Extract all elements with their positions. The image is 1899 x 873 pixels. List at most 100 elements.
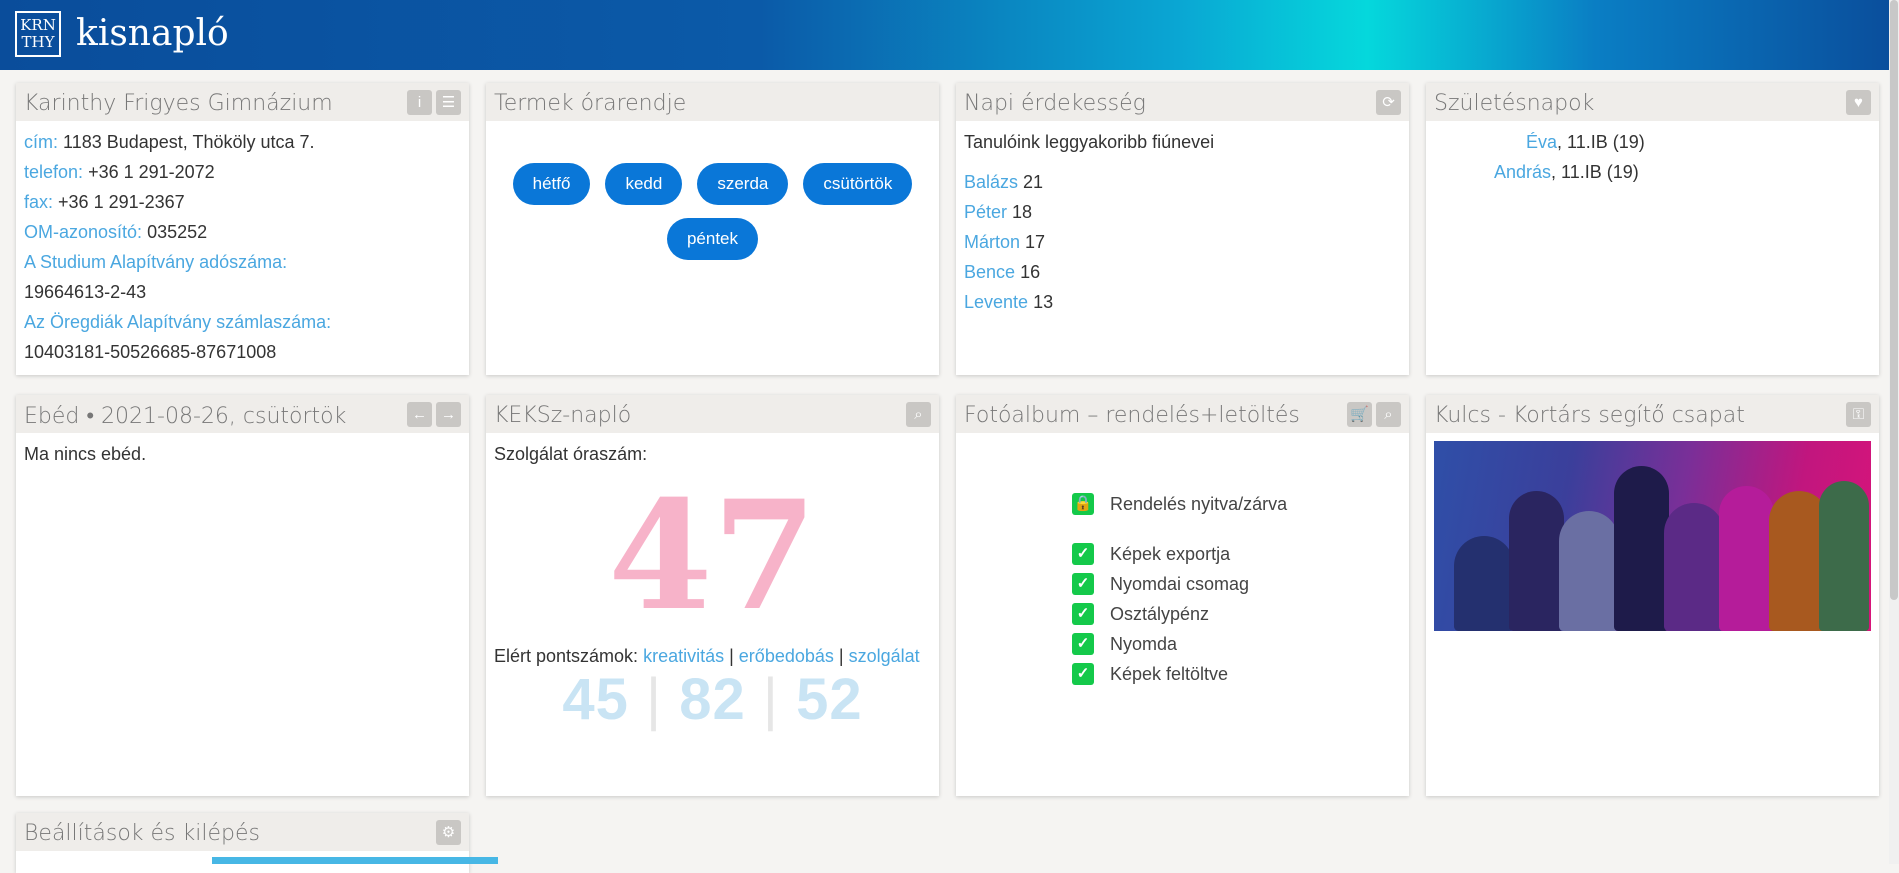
info-label: OM-azonosító: [24, 222, 143, 242]
oregdiak-label: Az Öregdiák Alapítvány számlaszáma: [24, 312, 332, 332]
gear-icon[interactable]: ⚙ [436, 820, 461, 845]
arrow-right-icon[interactable]: → [436, 402, 461, 427]
check-icon: ✓ [1072, 663, 1094, 685]
info-label: fax: [24, 192, 54, 212]
daily-fact-card: Napi érdekesség ⟳ Tanulóink leggyakoribb… [956, 83, 1409, 375]
card-title: Beállítások és kilépés [24, 821, 260, 846]
menu-icon[interactable]: ☰ [436, 90, 461, 115]
score-separator: | [646, 667, 663, 732]
order-status-row: 🔒 Rendelés nyitva/zárva [1072, 489, 1409, 519]
category-creativity-link[interactable]: kreativitás [643, 646, 724, 666]
score-effort: 82 [679, 667, 746, 732]
key-icon[interactable]: ⚿ [1846, 402, 1871, 427]
name-label: Balázs [964, 172, 1019, 192]
card-title: Termek órarendje [494, 91, 687, 116]
name-label: Levente [964, 292, 1029, 312]
cart-icon[interactable]: 🛒 [1347, 402, 1372, 427]
photo-figure [1509, 491, 1564, 631]
card-title: KEKSz-napló [494, 403, 632, 428]
info-row-phone: telefon: +36 1 291-2072 [24, 157, 461, 187]
card-header: Napi érdekesség ⟳ [956, 83, 1409, 121]
info-row-address: cím: 1183 Budapest, Thököly utca 7. [24, 127, 461, 157]
scores-row: 45 | 82 | 52 [494, 671, 931, 729]
card-title: Karinthy Frigyes Gimnázium [24, 91, 333, 116]
day-button-tuesday[interactable]: kedd [605, 163, 683, 205]
school-info-card: Karinthy Frigyes Gimnázium i ☰ cím: 1183… [16, 83, 469, 375]
name-count: 17 [1025, 232, 1046, 252]
name-count: 21 [1023, 172, 1044, 192]
card-header: Kulcs - Kortárs segítő csapat ⚿ [1426, 395, 1879, 433]
card-title: Napi érdekesség [964, 91, 1146, 116]
checklist-item: ✓ Képek exportja [1072, 539, 1409, 569]
lock-icon: 🔒 [1072, 493, 1094, 515]
oregdiak-value: 10403181-50526685-87671008 [24, 342, 277, 362]
info-value: +36 1 291-2072 [88, 162, 215, 182]
name-label: Márton [964, 232, 1021, 252]
settings-card: Beállítások és kilépés ⚙ [16, 813, 469, 873]
name-row: Bence 16 [964, 257, 1401, 287]
card-header: Termek órarendje [486, 83, 939, 121]
card-header: Beállítások és kilépés ⚙ [16, 813, 469, 851]
photo-figure [1614, 466, 1669, 631]
daily-intro: Tanulóink leggyakoribb fiúnevei [964, 132, 1215, 152]
birthday-name[interactable]: Éva [1526, 132, 1557, 152]
day-button-thursday[interactable]: csütörtök [803, 163, 913, 205]
checklist-item: ✓ Nyomdai csomag [1072, 569, 1409, 599]
scrollbar-thumb[interactable] [1890, 0, 1898, 600]
day-button-monday[interactable]: hétfő [512, 163, 591, 205]
checklist-label: Osztálypénz [1110, 604, 1210, 624]
lunch-card: Ebéd • 2021-08-26, csütörtök ← → Ma ninc… [16, 395, 469, 796]
settings-dropdown-edge[interactable] [212, 857, 498, 864]
studium-label: A Studium Alapítvány adószáma: [24, 252, 288, 272]
card-header: Fotóalbum – rendelés+letöltés 🛒 ⌕ [956, 395, 1409, 433]
app-brand[interactable]: kisnapló [76, 12, 229, 56]
card-title: Születésnapok [1434, 91, 1595, 116]
page-scrollbar[interactable] [1889, 0, 1899, 864]
arrow-left-icon[interactable]: ← [407, 402, 432, 427]
checklist-label: Képek feltöltve [1110, 664, 1229, 684]
info-value: 1183 Budapest, Thököly utca 7. [63, 132, 315, 152]
check-icon: ✓ [1072, 633, 1094, 655]
search-icon[interactable]: ⌕ [906, 402, 931, 427]
info-value: +36 1 291-2367 [58, 192, 185, 212]
hours-number: 47 [608, 468, 817, 644]
birthday-name[interactable]: András [1494, 162, 1551, 182]
points-label: Elért pontszámok: [494, 646, 639, 666]
checklist-item: ✓ Nyomda [1072, 629, 1409, 659]
card-header: Születésnapok ♥ [1426, 83, 1879, 121]
day-button-friday[interactable]: péntek [666, 218, 759, 260]
day-button-wednesday[interactable]: szerda [697, 163, 789, 205]
name-count: 18 [1012, 202, 1033, 222]
refresh-icon[interactable]: ⟳ [1376, 90, 1401, 115]
photo-figure [1664, 503, 1724, 631]
name-count: 13 [1033, 292, 1054, 312]
hours-label: Szolgálat óraszám: [494, 444, 648, 464]
card-header: Ebéd • 2021-08-26, csütörtök ← → [16, 395, 469, 433]
lunch-text: Ma nincs ebéd. [24, 444, 147, 464]
card-title: Kulcs - Kortárs segítő csapat [1434, 403, 1745, 428]
info-icon[interactable]: i [407, 90, 432, 115]
school-logo[interactable]: KRN THY [15, 11, 61, 57]
checklist-label: Nyomdai csomag [1110, 574, 1250, 594]
name-label: Péter [964, 202, 1008, 222]
search-icon[interactable]: ⌕ [1376, 402, 1401, 427]
order-status-label: Rendelés nyitva/zárva [1110, 494, 1288, 514]
info-row-fax: fax: +36 1 291-2367 [24, 187, 461, 217]
photo-album-card: Fotóalbum – rendelés+letöltés 🛒 ⌕ 🔒 Rend… [956, 395, 1409, 796]
heart-icon[interactable]: ♥ [1846, 90, 1871, 115]
info-label: cím: [24, 132, 58, 152]
score-separator: | [762, 667, 779, 732]
category-effort-link[interactable]: erőbedobás [739, 646, 834, 666]
checklist-item: ✓ Osztálypénz [1072, 599, 1409, 629]
name-row: Balázs 21 [964, 167, 1401, 197]
checklist-label: Nyomda [1110, 634, 1178, 654]
app-header: KRN THY kisnapló [0, 0, 1899, 70]
team-photo[interactable] [1434, 441, 1871, 631]
separator: | [833, 646, 849, 666]
name-row: Péter 18 [964, 197, 1401, 227]
card-title: Ebéd • 2021-08-26, csütörtök [24, 404, 347, 429]
check-icon: ✓ [1072, 603, 1094, 625]
birthday-class: , 11.IB (19) [1551, 162, 1639, 182]
category-service-link[interactable]: szolgálat [849, 646, 920, 666]
card-title: Fotóalbum – rendelés+letöltés [964, 403, 1300, 428]
